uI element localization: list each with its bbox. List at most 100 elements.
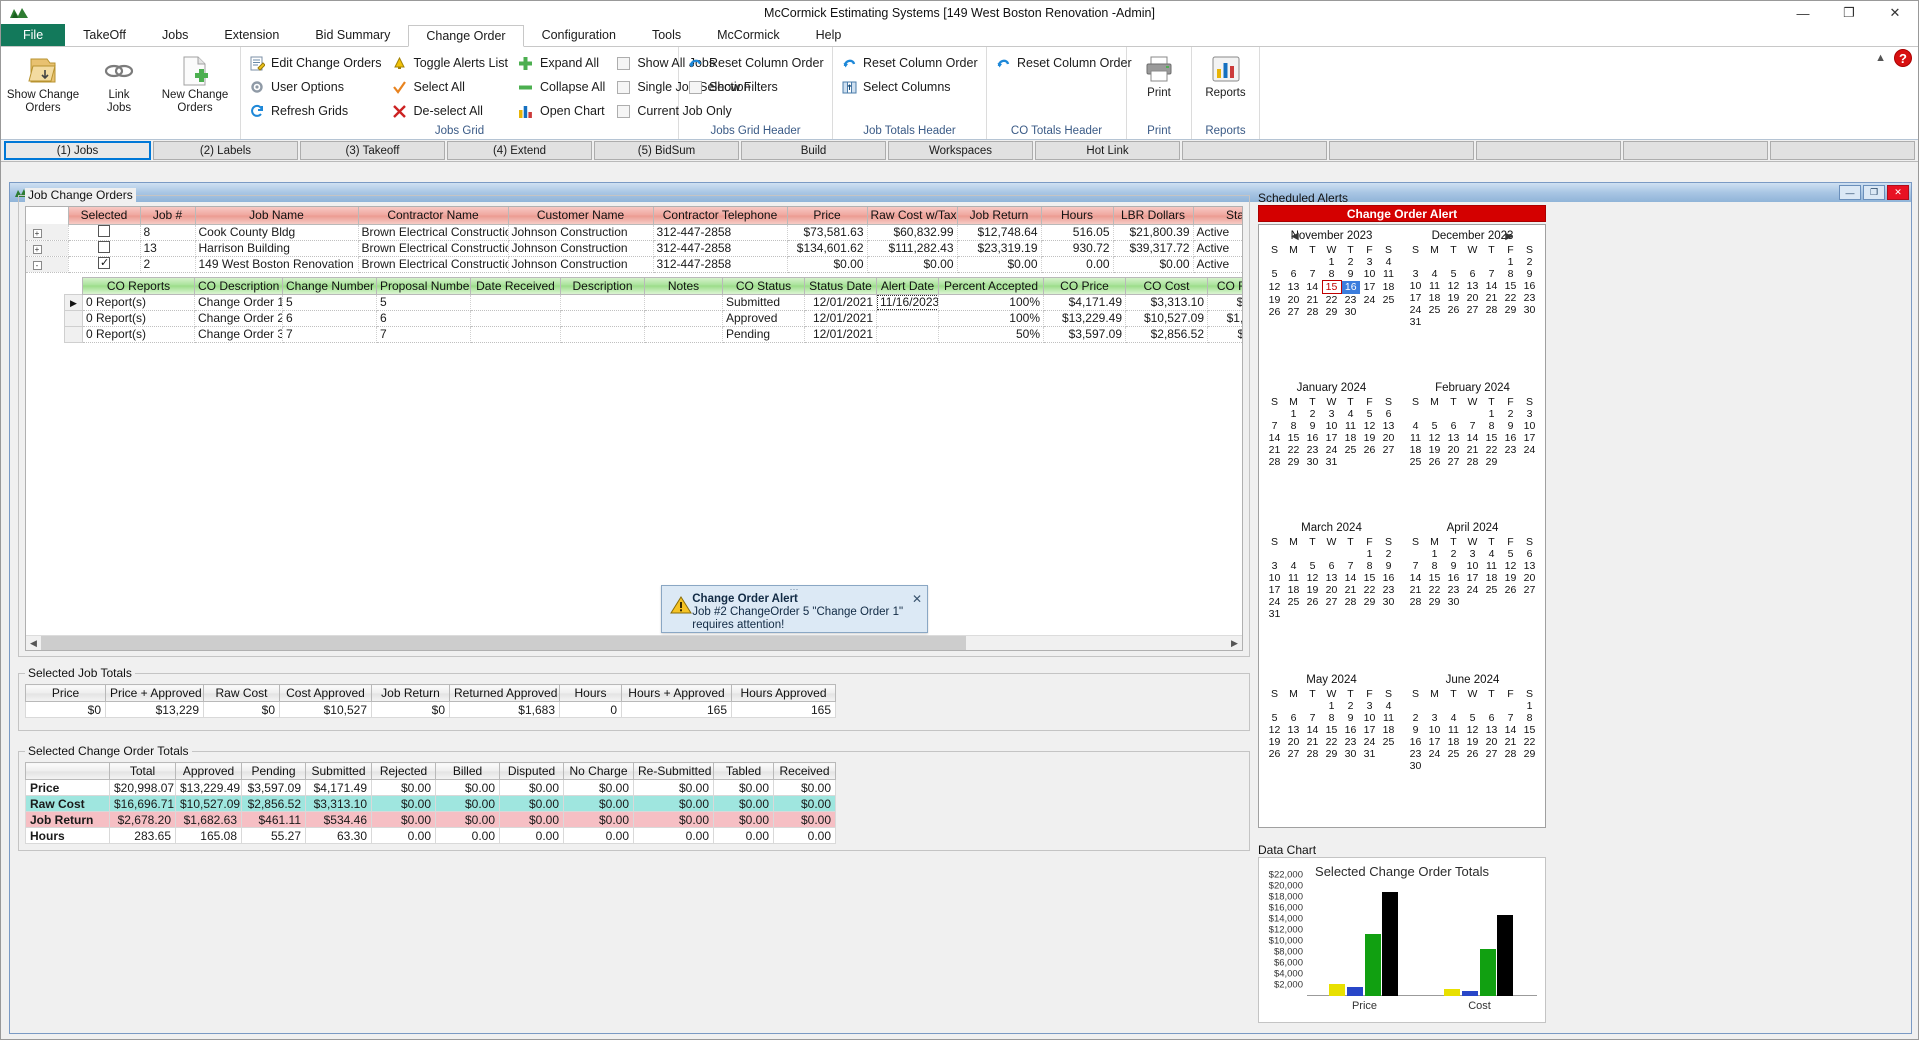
expand-all-button[interactable]: Expand All <box>514 51 611 75</box>
calendar-day[interactable]: 21 <box>1341 584 1360 596</box>
job-row-expander-0[interactable]: + <box>26 224 48 241</box>
calendar-day[interactable]: 10 <box>1463 560 1482 572</box>
calendar-month-2[interactable]: January 2024 S M T W T F S 1 2 3 4 5 6 7 8 9 10 11 12 13 14 15… <box>1261 380 1402 520</box>
calendar-day[interactable]: 31 <box>1265 608 1284 620</box>
calendar-day[interactable]: 3 <box>1406 268 1425 280</box>
calendar-day[interactable]: 19 <box>1360 432 1379 444</box>
calendar-day[interactable]: 22 <box>1482 444 1501 456</box>
calendar-day[interactable]: 24 <box>1360 736 1379 748</box>
calendar-day[interactable]: 7 <box>1265 420 1284 432</box>
show-filters-checkbox[interactable]: Show Filters <box>683 75 830 99</box>
calendar-day[interactable]: 8 <box>1482 420 1501 432</box>
calendar-day[interactable]: 4 <box>1482 548 1501 560</box>
calendar-day[interactable]: 9 <box>1501 420 1520 432</box>
table-row[interactable]: + 8 Cook County Bldg Brown Electrical Co… <box>26 224 1242 241</box>
link-jobs-button[interactable]: Link Jobs <box>81 51 157 115</box>
scot-col-no-charge[interactable]: No Charge <box>563 762 634 780</box>
calendar-day[interactable]: 5 <box>1444 268 1463 280</box>
calendar-day[interactable]: 22 <box>1284 444 1303 456</box>
calendar-day[interactable]: 6 <box>1463 268 1482 280</box>
calendar-day[interactable]: 26 <box>1444 304 1463 316</box>
scroll-right-arrow-icon[interactable]: ▶ <box>1227 636 1242 651</box>
calendar-day[interactable]: 22 <box>1520 736 1539 748</box>
calendar-day[interactable]: 16 <box>1341 724 1360 736</box>
calendar-day[interactable]: 31 <box>1322 456 1341 468</box>
calendar-day[interactable]: 16 <box>1341 280 1360 294</box>
alert-date-combo[interactable]: 11/16/2023 ▼ <box>877 294 938 309</box>
calendar-day[interactable]: 23 <box>1501 444 1520 456</box>
co-row-alert-date-1[interactable] <box>876 310 939 327</box>
job-col-job-return[interactable]: Job Return <box>956 207 1042 225</box>
calendar-day[interactable]: 17 <box>1265 584 1284 596</box>
calendar-day[interactable]: 12 <box>1303 572 1322 584</box>
change-order-alert-banner[interactable]: Change Order Alert <box>1258 205 1546 222</box>
calendar-day[interactable]: 12 <box>1463 724 1482 736</box>
calendar-day[interactable]: 29 <box>1284 456 1303 468</box>
calendar-day[interactable]: 16 <box>1520 280 1539 292</box>
workspace-tab-labels[interactable]: (2) Labels <box>153 141 298 160</box>
calendar-day[interactable]: 20 <box>1444 444 1463 456</box>
calendar-day[interactable]: 2 <box>1379 548 1398 560</box>
calendar-day[interactable]: 14 <box>1341 572 1360 584</box>
calendar-day[interactable]: 13 <box>1520 560 1539 572</box>
job-col-contractor-name[interactable]: Contractor Name <box>357 207 509 225</box>
calendar-day[interactable]: 11 <box>1406 432 1425 444</box>
calendar-day[interactable]: 4 <box>1379 700 1398 712</box>
minimize-button[interactable]: — <box>1780 1 1826 25</box>
calendar-day[interactable]: 7 <box>1501 712 1520 724</box>
calendar-day[interactable]: 8 <box>1284 420 1303 432</box>
calendar-day[interactable]: 28 <box>1341 596 1360 608</box>
calendar-day[interactable]: 15 <box>1322 724 1341 736</box>
calendar-day[interactable]: 27 <box>1284 306 1303 318</box>
scroll-left-arrow-icon[interactable]: ◀ <box>26 636 41 651</box>
calendar-day[interactable]: 11 <box>1379 268 1398 281</box>
calendar-day[interactable]: 14 <box>1482 280 1501 292</box>
table-row[interactable]: + 13 Harrison Building Brown Electrical … <box>26 240 1242 257</box>
workspace-tab-build[interactable]: Build <box>741 141 886 160</box>
co-window-close[interactable]: ✕ <box>1887 185 1909 200</box>
calendar-day[interactable]: 8 <box>1425 560 1444 572</box>
calendar-day[interactable]: 23 <box>1341 294 1360 307</box>
calendar-day[interactable]: 3 <box>1360 256 1379 268</box>
calendar-day[interactable]: 5 <box>1265 712 1284 724</box>
menu-tab-change-order[interactable]: Change Order <box>408 25 524 47</box>
job-totals-reset-column-order-button[interactable]: Reset Column Order <box>837 51 984 75</box>
calendar-day[interactable]: 17 <box>1425 736 1444 748</box>
calendar-day[interactable]: 5 <box>1265 268 1284 281</box>
menu-tab-extension[interactable]: Extension <box>206 24 297 46</box>
calendar-day[interactable]: 18 <box>1482 572 1501 584</box>
scot-col-pending[interactable]: Pending <box>241 762 306 780</box>
job-col-hours[interactable]: Hours <box>1040 207 1114 225</box>
calendar-day[interactable]: 10 <box>1265 572 1284 584</box>
calendar-day[interactable]: 24 <box>1425 748 1444 760</box>
calendar-day[interactable]: 27 <box>1482 748 1501 760</box>
calendar-month-6[interactable]: May 2024 S M T W T F S 1 2 3 4 5 6 7 8 9 10 11 12 13 14 15 16 17… <box>1261 672 1402 824</box>
calendar-day[interactable]: 2 <box>1303 408 1322 420</box>
co-col-status[interactable]: CO Status <box>722 276 805 295</box>
calendar-day[interactable]: 9 <box>1303 420 1322 432</box>
calendar-day[interactable]: 17 <box>1463 572 1482 584</box>
calendar-day[interactable]: 8 <box>1360 560 1379 572</box>
calendar-day[interactable]: 15 <box>1520 724 1539 736</box>
calendar-day[interactable]: 4 <box>1406 420 1425 432</box>
calendar-day[interactable]: 28 <box>1406 596 1425 608</box>
calendar-day[interactable]: 18 <box>1425 292 1444 304</box>
table-row[interactable]: - 2 149 West Boston Renovation Brown Ele… <box>26 256 1242 273</box>
calendar-day[interactable]: 15 <box>1425 572 1444 584</box>
calendar-day[interactable]: 11 <box>1284 572 1303 584</box>
scot-col-total[interactable]: Total <box>109 762 176 780</box>
calendar-day[interactable]: 22 <box>1425 584 1444 596</box>
calendar-day[interactable]: 3 <box>1322 408 1341 420</box>
calendar-day[interactable]: 21 <box>1303 294 1322 307</box>
calendar-day[interactable]: 2 <box>1444 548 1463 560</box>
calendar-day[interactable]: 24 <box>1520 444 1539 456</box>
calendar-day[interactable]: 4 <box>1444 712 1463 724</box>
co-col-percent-accepted[interactable]: Percent Accepted <box>938 276 1044 295</box>
calendar-day[interactable]: 8 <box>1501 268 1520 280</box>
calendar-day[interactable]: 19 <box>1265 736 1284 748</box>
calendar-day[interactable]: 19 <box>1444 292 1463 304</box>
scot-col-submitted[interactable]: Submitted <box>305 762 372 780</box>
job-col-raw-cost[interactable]: Raw Cost w/Tax <box>866 207 958 225</box>
calendar-day[interactable]: 31 <box>1406 316 1425 328</box>
calendar-day[interactable]: 21 <box>1406 584 1425 596</box>
